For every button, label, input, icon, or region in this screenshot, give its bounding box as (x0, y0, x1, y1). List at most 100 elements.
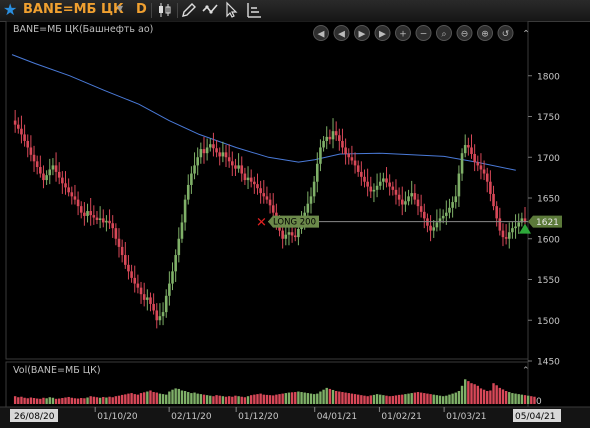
nav-button-glyph: − (420, 30, 428, 40)
line-tool-icon[interactable] (201, 1, 219, 19)
prev-icon[interactable]: ◀ (333, 25, 350, 41)
pencil-icon[interactable] (180, 1, 198, 19)
volume-bar (86, 397, 89, 404)
volume-bar (227, 396, 231, 404)
candle-body (199, 149, 203, 158)
volume-bar (476, 385, 479, 404)
volume-bar (58, 398, 61, 404)
candle-body (268, 199, 272, 206)
toolbar-divider (151, 3, 152, 18)
next-icon[interactable]: ▶ (374, 25, 391, 41)
volume-bar (517, 394, 520, 404)
reset-icon[interactable]: ↺ (497, 25, 514, 41)
volume-bar (262, 394, 265, 404)
price-tick-label: 1650 (537, 195, 560, 205)
symbol-selector[interactable]: BANE=МБ ЦК (23, 2, 124, 18)
chevron-down-icon[interactable]: ▾ (117, 1, 123, 15)
period-selector[interactable]: D (136, 2, 147, 17)
volume-bar (495, 385, 498, 404)
close-position-icon[interactable]: ✕ (256, 216, 267, 231)
volume-bar (363, 395, 366, 404)
candle-body (284, 234, 288, 239)
zoom-prev-icon[interactable]: ⊖ (456, 25, 473, 41)
volume-bar (338, 391, 341, 404)
play-icon[interactable]: ▶ (354, 25, 370, 41)
volume-bar (136, 394, 140, 404)
volume-bar (508, 392, 511, 404)
candle-body (375, 185, 379, 190)
candle-body (174, 255, 177, 272)
volume-bar (419, 392, 423, 404)
zoom-in-icon[interactable]: + (395, 25, 411, 41)
volume-bar (334, 391, 338, 404)
collapse-icon[interactable]: ⌃ (522, 30, 530, 40)
volume-bar (457, 391, 461, 404)
volume-bar (54, 398, 58, 404)
volume-bar (127, 393, 130, 404)
candle-body (322, 140, 325, 148)
volume-bar (105, 397, 108, 404)
candle-body (164, 295, 168, 313)
volume-bar (297, 391, 300, 404)
candle-body (290, 232, 294, 236)
volume-bar (13, 396, 17, 404)
candle-body (331, 131, 335, 140)
candle-body (328, 136, 332, 140)
candle-body (51, 165, 55, 170)
candle-body (64, 183, 67, 188)
volume-bar (504, 391, 508, 404)
volume-bar (523, 395, 527, 404)
indicator-icon[interactable] (245, 1, 263, 19)
volume-bar (331, 389, 335, 404)
volume-bar (416, 392, 420, 404)
zoom-out-icon[interactable]: − (415, 25, 432, 41)
volume-bar (530, 396, 533, 404)
first-icon[interactable]: ◀ (313, 25, 329, 41)
candle-body (495, 206, 498, 219)
chart-area[interactable]: BANE=МБ ЦК(Башнефть ао) Vol(BANE=МБ ЦК) … (0, 21, 590, 428)
candle-body (517, 222, 521, 227)
volume-bar (234, 395, 237, 404)
volume-bar (243, 397, 247, 404)
candle-body (501, 230, 505, 238)
volume-bar (382, 395, 385, 404)
volume-bar (26, 398, 29, 404)
star-icon[interactable]: ★ (3, 1, 17, 19)
volume-bar (445, 395, 448, 404)
volume-bar (249, 395, 253, 404)
volume-bar (35, 398, 39, 404)
volume-bar (366, 396, 369, 404)
candle-body (193, 165, 196, 174)
volume-bar (467, 381, 470, 404)
volume-bar (312, 394, 316, 404)
candle-body (397, 194, 401, 200)
candle-body (265, 196, 269, 200)
candle-body (208, 144, 212, 148)
volume-bar (133, 394, 136, 404)
candle-body (391, 186, 395, 190)
volume-bar (520, 394, 524, 404)
volume-bar (492, 383, 495, 404)
time-axis-bg (0, 407, 590, 428)
candle-body (139, 287, 143, 295)
volume-collapse-icon[interactable]: ⌃ (522, 366, 530, 376)
zoom-fit-icon[interactable]: ⌕ (436, 25, 452, 41)
candle-body (202, 149, 206, 154)
volume-bar (237, 396, 240, 404)
candle-body (378, 181, 382, 186)
volume-bar (48, 397, 51, 404)
volume-bar (205, 395, 209, 404)
volume-bar (470, 383, 473, 404)
candle-body (29, 147, 33, 155)
nav-button-glyph: ⊕ (481, 30, 489, 40)
cursor-icon[interactable] (223, 1, 241, 19)
price-tick-label: 1800 (537, 72, 560, 82)
volume-bar (309, 393, 313, 404)
volume-bar (20, 396, 23, 404)
zoom-next-icon[interactable]: ⊕ (477, 25, 493, 41)
candle-body (369, 186, 373, 192)
candle-body (281, 230, 284, 239)
volume-bar (464, 379, 467, 404)
candlestick-icon[interactable] (156, 1, 174, 19)
volume-bar (139, 393, 143, 404)
